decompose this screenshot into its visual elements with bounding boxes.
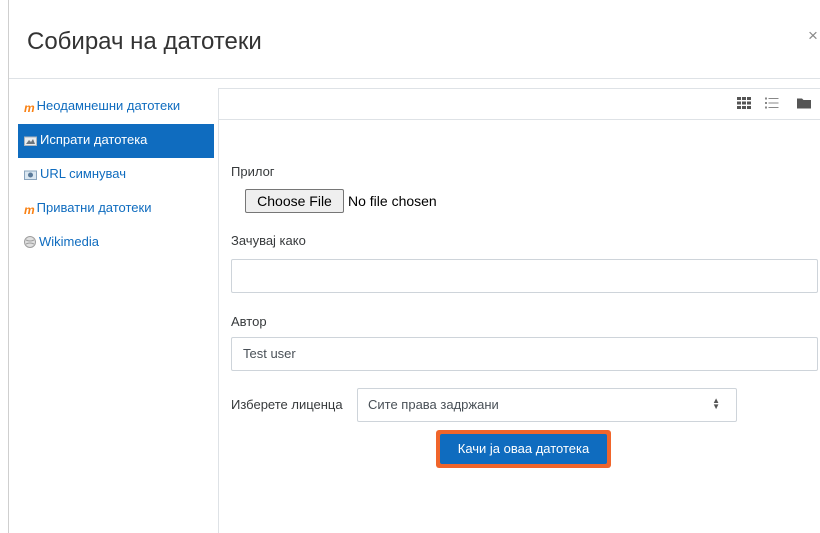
list-view-icon[interactable] bbox=[765, 96, 783, 112]
sidebar-item-upload-file[interactable]: Испрати датотека bbox=[18, 124, 214, 158]
sidebar-item-wikimedia[interactable]: Wikimedia bbox=[18, 226, 214, 260]
save-as-label: Зачувај како bbox=[231, 233, 306, 248]
view-toolbar bbox=[219, 88, 820, 120]
sidebar-item-label: Приватни датотеки bbox=[36, 200, 152, 215]
sidebar-item-label: Неодамнешни датотеки bbox=[36, 98, 181, 113]
sidebar-item-label: Wikimedia bbox=[39, 234, 99, 249]
file-status-text: No file chosen bbox=[348, 193, 437, 209]
moodle-icon: m bbox=[24, 203, 35, 217]
upload-icon bbox=[24, 133, 37, 151]
content-pane-border bbox=[218, 88, 219, 533]
select-arrows-icon: ▲ ▼ bbox=[712, 396, 720, 412]
save-as-input[interactable] bbox=[231, 259, 818, 293]
sidebar-item-recent-files[interactable]: m Неодамнешни датотеки bbox=[18, 90, 214, 124]
license-label: Изберете лиценца bbox=[231, 397, 343, 412]
moodle-icon: m bbox=[24, 101, 35, 115]
sidebar-item-label: Испрати датотека bbox=[40, 132, 148, 147]
dialog-title: Собирач на датотеки bbox=[27, 28, 262, 55]
folder-view-icon[interactable] bbox=[797, 96, 815, 112]
sidebar-item-private-files[interactable]: m Приватни датотеки bbox=[18, 192, 214, 226]
attachment-label: Прилог bbox=[231, 164, 275, 179]
upload-file-button[interactable]: Качи ја оваа датотека bbox=[440, 434, 607, 464]
url-download-icon bbox=[24, 167, 37, 185]
sidebar-item-url-downloader[interactable]: URL симнувач bbox=[18, 158, 214, 192]
author-input[interactable]: Test user bbox=[231, 337, 818, 371]
author-label: Автор bbox=[231, 314, 267, 329]
repository-sidebar: m Неодамнешни датотеки Испрати датотека U… bbox=[18, 90, 214, 260]
license-select[interactable]: Сите права задржани ▲ ▼ bbox=[357, 388, 737, 422]
header-divider bbox=[9, 78, 820, 79]
license-selected-value: Сите права задржани bbox=[368, 397, 499, 412]
choose-file-button[interactable]: Choose File bbox=[245, 189, 344, 213]
grid-view-icon[interactable] bbox=[737, 96, 755, 112]
close-button[interactable]: × bbox=[808, 26, 818, 46]
wikimedia-icon bbox=[24, 235, 36, 253]
dialog-left-edge bbox=[8, 0, 9, 533]
sidebar-item-label: URL симнувач bbox=[40, 166, 126, 181]
